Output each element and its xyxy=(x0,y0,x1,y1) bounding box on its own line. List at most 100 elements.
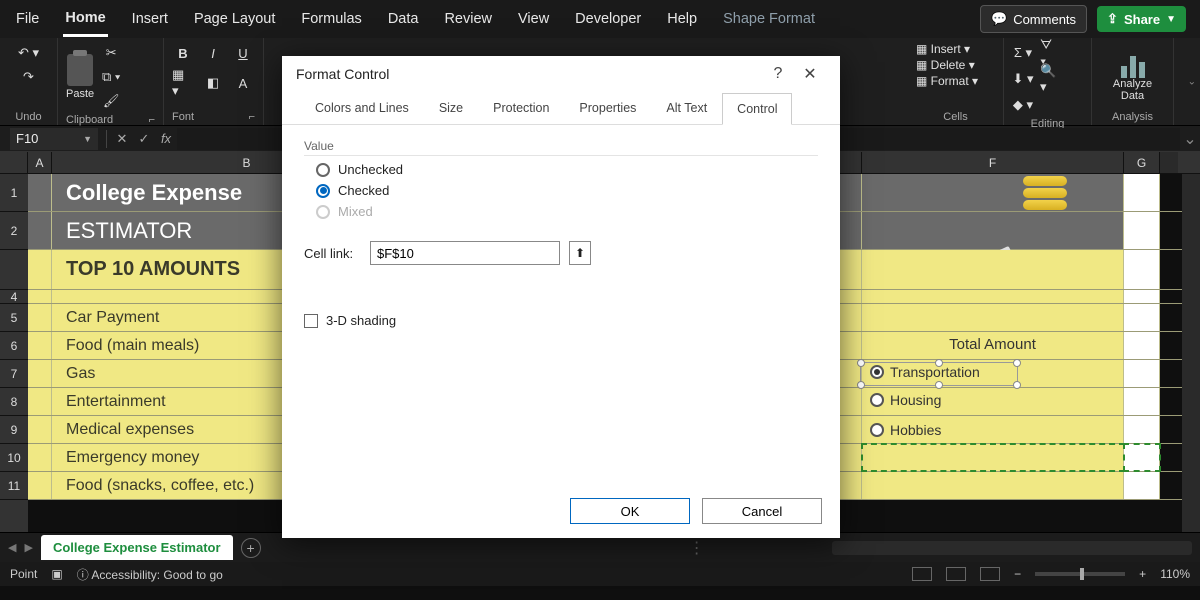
cell-link-label: Cell link: xyxy=(304,246,360,261)
row-header-8[interactable]: 8 xyxy=(0,388,28,416)
tab-file[interactable]: File xyxy=(14,3,41,35)
option-button-transportation[interactable]: Transportation xyxy=(870,364,980,380)
range-selector-icon[interactable]: ⬆ xyxy=(569,241,591,265)
find-select-icon[interactable]: 🔍 ▾ xyxy=(1040,68,1062,90)
clear-icon[interactable]: ◆ ▾ xyxy=(1012,94,1034,116)
tab-review[interactable]: Review xyxy=(442,3,494,35)
tab-home[interactable]: Home xyxy=(63,2,107,37)
row-header-7[interactable]: 7 xyxy=(0,360,28,388)
cancel-formula-icon[interactable]: ✕ xyxy=(111,131,133,147)
dialog-tab-properties[interactable]: Properties xyxy=(564,92,651,124)
macro-record-icon[interactable]: ▣ xyxy=(51,567,62,581)
row-header-2[interactable]: 2 xyxy=(0,212,28,250)
bold-icon[interactable]: B xyxy=(172,42,194,64)
radio-checked[interactable]: Checked xyxy=(316,183,818,198)
analyze-data-icon[interactable] xyxy=(1115,42,1151,78)
row-header-11[interactable]: 11 xyxy=(0,472,28,500)
sheet-tab-active[interactable]: College Expense Estimator xyxy=(41,535,233,560)
col-header-F[interactable]: F xyxy=(862,152,1124,173)
border-icon[interactable]: ▦ ▾ xyxy=(172,72,194,94)
underline-icon[interactable]: U xyxy=(232,42,254,64)
dialog-launcher-icon[interactable]: ⌐ xyxy=(149,114,155,126)
dialog-tab-control[interactable]: Control xyxy=(722,93,792,125)
tab-shape-format[interactable]: Shape Format xyxy=(721,3,817,35)
tab-insert[interactable]: Insert xyxy=(130,3,170,35)
format-painter-icon[interactable]: 🖌 xyxy=(100,90,122,112)
dialog-tab-colors[interactable]: Colors and Lines xyxy=(300,92,424,124)
zoom-level[interactable]: 110% xyxy=(1160,567,1190,581)
value-section-label: Value xyxy=(304,139,818,156)
chevron-down-icon[interactable]: ▼ xyxy=(83,134,92,144)
autosum-icon[interactable]: Σ ▾ xyxy=(1012,42,1034,64)
fill-color-icon[interactable]: ◧ xyxy=(202,72,224,94)
share-button[interactable]: ⇪ Share ▼ xyxy=(1097,6,1186,32)
horizontal-scrollbar[interactable] xyxy=(832,541,1192,555)
tab-help[interactable]: Help xyxy=(665,3,699,35)
col-header-A[interactable]: A xyxy=(28,152,52,173)
sheet-nav-next-icon[interactable]: ▶ xyxy=(24,541,32,554)
3d-shading-checkbox[interactable]: 3-D shading xyxy=(304,313,818,328)
tab-formulas[interactable]: Formulas xyxy=(299,3,363,35)
font-color-icon[interactable]: A xyxy=(232,72,254,94)
sheet-nav-prev-icon[interactable]: ◀ xyxy=(8,541,16,554)
dialog-launcher-icon[interactable]: ⌐ xyxy=(249,111,255,123)
row-header-10[interactable]: 10 xyxy=(0,444,28,472)
row-header-4[interactable]: 4 xyxy=(0,290,28,304)
row-header-6[interactable]: 6 xyxy=(0,332,28,360)
tab-view[interactable]: View xyxy=(516,3,551,35)
fx-icon[interactable]: fx xyxy=(155,131,177,146)
col-header-G[interactable]: G xyxy=(1124,152,1160,173)
dialog-tab-protection[interactable]: Protection xyxy=(478,92,564,124)
radio-icon xyxy=(870,423,884,437)
accessibility-status[interactable]: ⓘ Accessibility: Good to go xyxy=(77,566,223,583)
radio-unchecked[interactable]: Unchecked xyxy=(316,162,818,177)
sort-filter-icon[interactable]: ᗊ ▾ xyxy=(1040,42,1062,64)
option-button-housing[interactable]: Housing xyxy=(870,392,941,408)
redo-icon[interactable]: ↷ xyxy=(18,66,40,88)
tab-split-handle-icon[interactable]: ⋮ xyxy=(689,538,705,558)
ok-button[interactable]: OK xyxy=(570,498,690,524)
fill-icon[interactable]: ⬇ ▾ xyxy=(1012,68,1034,90)
cut-icon[interactable]: ✂ xyxy=(100,42,122,64)
normal-view-icon[interactable] xyxy=(912,567,932,581)
close-icon[interactable]: ✕ xyxy=(794,64,826,84)
zoom-in-icon[interactable]: + xyxy=(1139,567,1146,581)
tab-page-layout[interactable]: Page Layout xyxy=(192,3,277,35)
clipboard-icon[interactable] xyxy=(67,54,93,86)
collapse-ribbon-icon[interactable]: ⌄ xyxy=(1188,76,1196,87)
analyze-data-label: Analyze Data xyxy=(1100,78,1165,102)
copy-icon[interactable]: ⧉ ▾ xyxy=(100,66,122,88)
cells-insert-button[interactable]: ▦ Insert ▾ xyxy=(916,42,995,56)
undo-icon[interactable]: ↶ ▾ xyxy=(18,42,40,64)
enter-formula-icon[interactable]: ✓ xyxy=(133,131,155,147)
vertical-scrollbar[interactable] xyxy=(1160,152,1178,173)
cell-link-input[interactable] xyxy=(370,241,560,265)
row-header-9[interactable]: 9 xyxy=(0,416,28,444)
row-header-5[interactable]: 5 xyxy=(0,304,28,332)
dialog-tab-alttext[interactable]: Alt Text xyxy=(651,92,722,124)
row-header-3[interactable] xyxy=(0,250,28,290)
cells-format-button[interactable]: ▦ Format ▾ xyxy=(916,74,995,88)
italic-icon[interactable]: I xyxy=(202,42,224,64)
zoom-slider[interactable] xyxy=(1035,572,1125,576)
page-layout-view-icon[interactable] xyxy=(946,567,966,581)
comment-icon: 💬 xyxy=(991,11,1007,27)
expand-formula-bar-icon[interactable]: ⌄ xyxy=(1180,129,1200,149)
checkbox-label: 3-D shading xyxy=(326,313,396,328)
cancel-button[interactable]: Cancel xyxy=(702,498,822,524)
page-break-view-icon[interactable] xyxy=(980,567,1000,581)
zoom-out-icon[interactable]: − xyxy=(1014,567,1021,581)
cells-delete-button[interactable]: ▦ Delete ▾ xyxy=(916,58,995,72)
help-icon[interactable]: ? xyxy=(762,65,794,83)
new-sheet-button[interactable]: + xyxy=(241,538,261,558)
vertical-scrollbar[interactable] xyxy=(1182,174,1200,532)
row-header-1[interactable]: 1 xyxy=(0,174,28,212)
tab-data[interactable]: Data xyxy=(386,3,421,35)
tab-developer[interactable]: Developer xyxy=(573,3,643,35)
cell-total-amount-header[interactable]: Total Amount xyxy=(862,332,1124,359)
select-all-corner[interactable] xyxy=(0,152,28,173)
name-box[interactable]: F10 ▼ xyxy=(10,128,98,150)
comments-button[interactable]: 💬 Comments xyxy=(980,5,1087,33)
option-button-hobbies[interactable]: Hobbies xyxy=(870,422,941,438)
dialog-tab-size[interactable]: Size xyxy=(424,92,478,124)
